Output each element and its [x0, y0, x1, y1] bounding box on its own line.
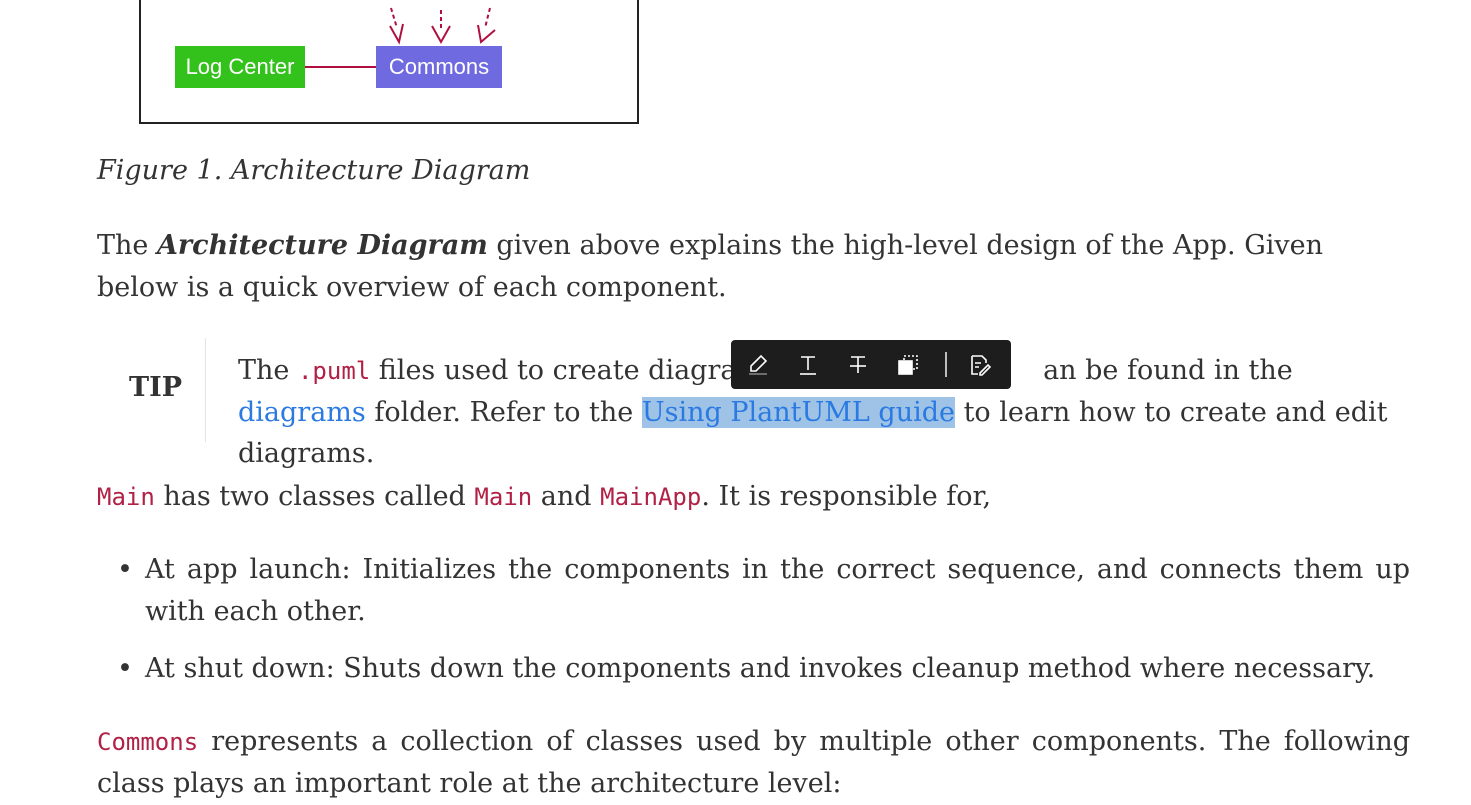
- selection-toolbar: [731, 340, 1011, 389]
- overview-paragraph: The Architecture Diagram given above exp…: [97, 225, 1410, 309]
- tip-text-1: The: [238, 355, 298, 386]
- mainapp-code: MainApp: [600, 483, 702, 511]
- diagrams-link[interactable]: diagrams: [238, 397, 366, 428]
- list-item-text: At shut down: Shuts down the components …: [145, 653, 1376, 684]
- commons-text: represents a collection of classes used …: [97, 726, 1410, 799]
- diagram-box-log-center: Log Center: [175, 46, 305, 88]
- overview-text-pre: The: [97, 230, 157, 261]
- tip-label: TIP: [129, 372, 183, 403]
- highlight-icon: [749, 354, 768, 375]
- highlight-button[interactable]: [743, 350, 773, 380]
- tip-text-4: folder. Refer to the: [365, 397, 642, 428]
- toolbar-separator: [945, 352, 947, 377]
- main-paragraph: Main has two classes called Main and Mai…: [97, 476, 1410, 518]
- diagram-arrows: [389, 7, 496, 45]
- underline-button[interactable]: [793, 350, 823, 380]
- copy-button[interactable]: [893, 350, 923, 380]
- plantuml-guide-link[interactable]: Using PlantUML guide: [641, 397, 955, 428]
- main-text-1: has two classes called: [154, 481, 475, 512]
- edit-note-button[interactable]: [965, 350, 995, 380]
- bullet: •: [117, 554, 133, 585]
- figure-caption: Figure 1. Architecture Diagram: [97, 155, 531, 186]
- list-item-text: At app launch: Initializes the component…: [145, 554, 1410, 627]
- architecture-diagram: Log Center Commons: [139, 0, 639, 124]
- edit-icon: [971, 355, 992, 376]
- tip-text-2: files used to create diagram: [370, 355, 763, 386]
- responsibility-list: • At app launch: Initializes the compone…: [97, 549, 1410, 690]
- list-item: • At shut down: Shuts down the component…: [97, 648, 1410, 690]
- puml-code: .puml: [297, 357, 371, 385]
- strikethrough-button[interactable]: [843, 350, 873, 380]
- architecture-diagram-emphasis: Architecture Diagram: [156, 230, 488, 261]
- underline-icon: [800, 356, 816, 375]
- bullet: •: [117, 653, 133, 684]
- diagram-box-commons: Commons: [376, 46, 502, 88]
- main-code: Main: [97, 483, 155, 511]
- list-item: • At app launch: Initializes the compone…: [97, 549, 1410, 633]
- main-class-code: Main: [474, 483, 533, 511]
- main-text-3: . It is responsible for,: [701, 481, 992, 512]
- commons-paragraph: Commons represents a collection of class…: [97, 721, 1410, 805]
- tip-divider: [205, 338, 206, 442]
- main-text-2: and: [532, 481, 601, 512]
- commons-code: Commons: [97, 728, 199, 756]
- strikethrough-icon: [850, 356, 866, 373]
- tip-text-3: an be found in the: [1043, 355, 1293, 386]
- copy-icon: [898, 355, 918, 375]
